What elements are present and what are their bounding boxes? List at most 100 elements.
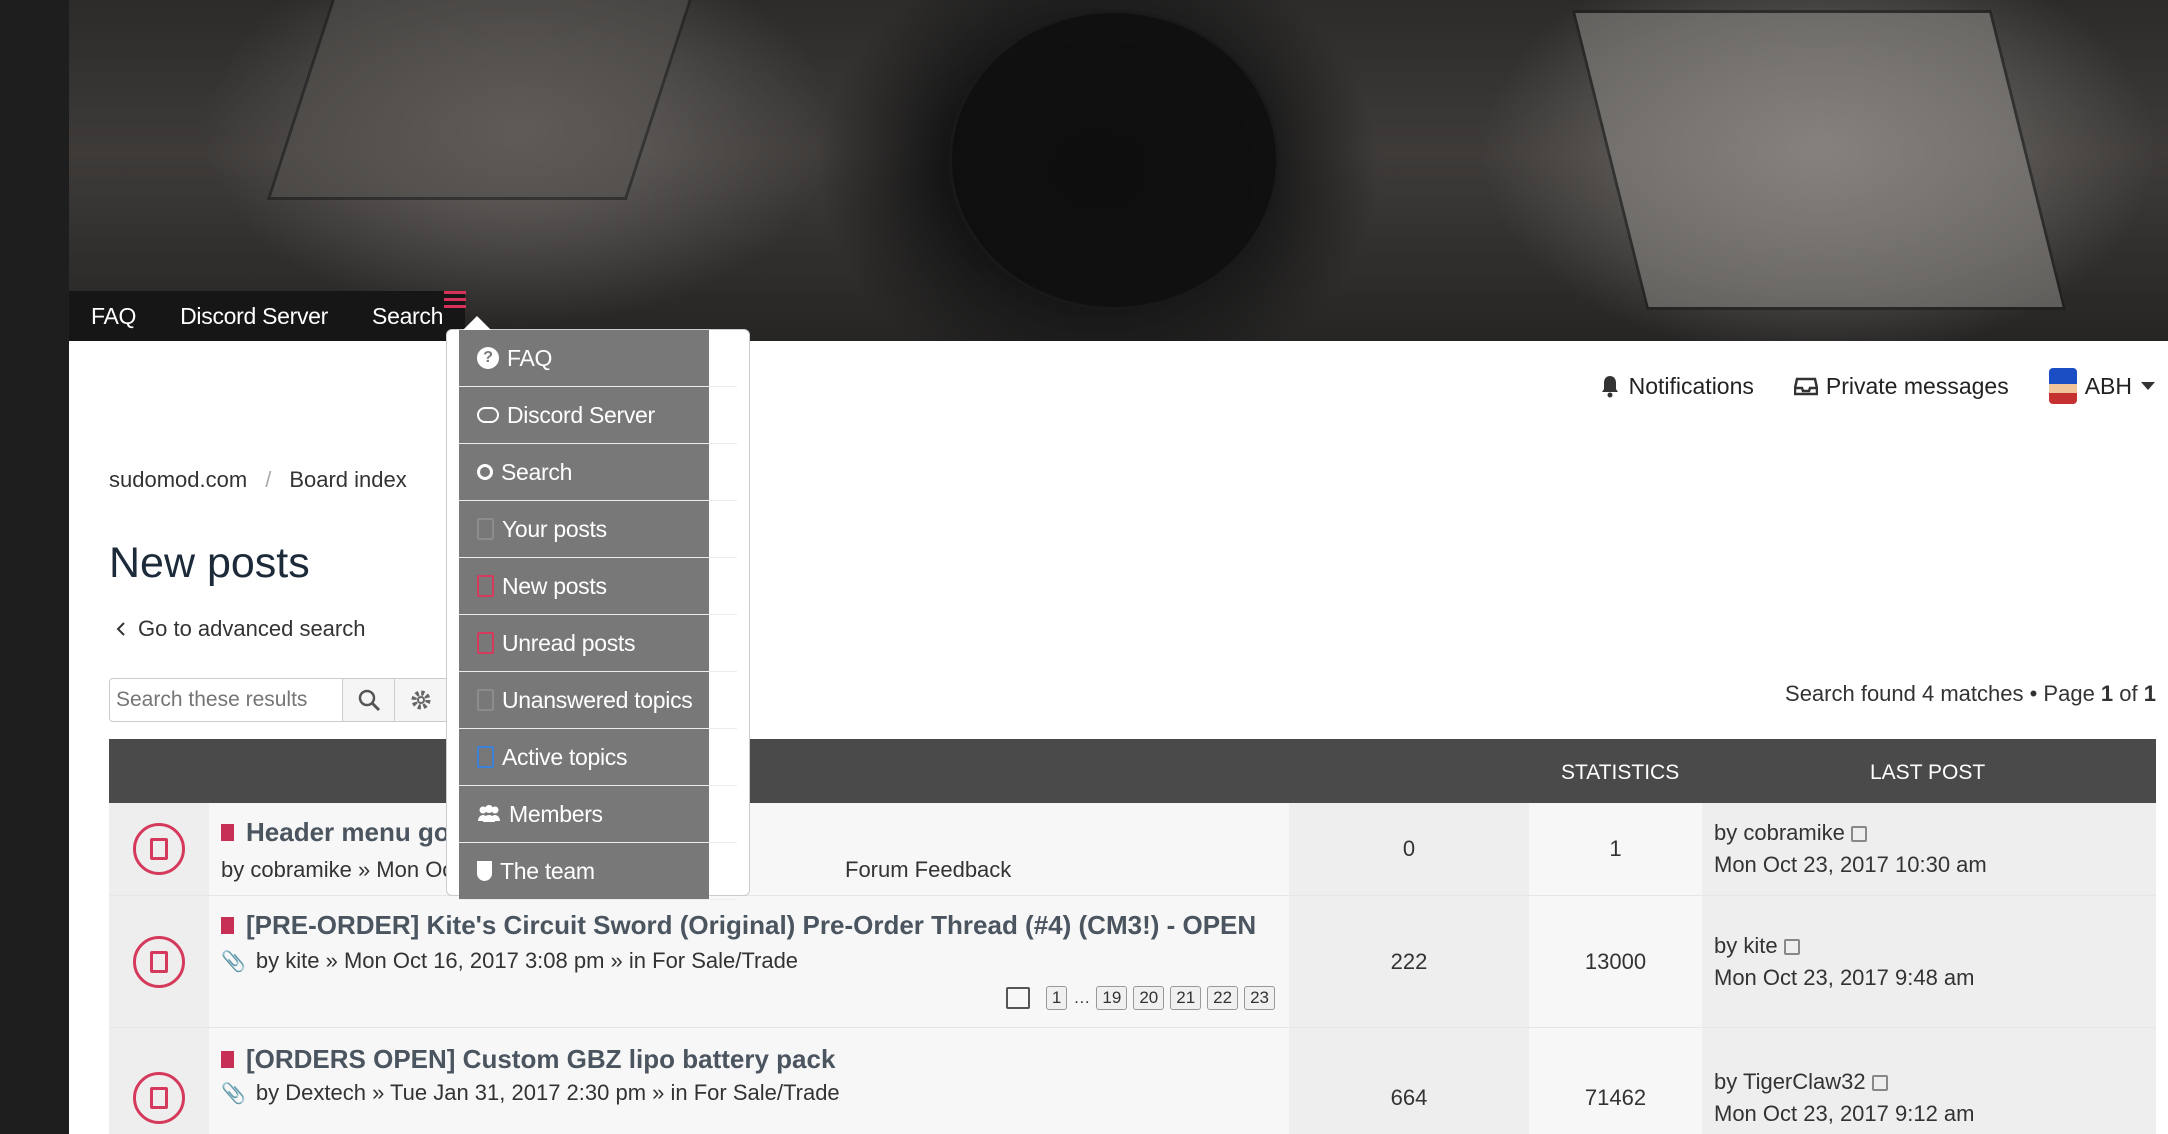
question-circle-icon: ? <box>477 347 499 369</box>
topic-meta-text: by cobramike » Mon Oc <box>221 857 454 882</box>
page-link[interactable]: 1 <box>1045 986 1068 1010</box>
topic-meta: by cobramike » Mon Oc <box>221 857 453 883</box>
file-icon <box>477 689 494 711</box>
topic-icon-cell <box>109 896 209 1027</box>
username: ABH <box>2084 372 2132 399</box>
paperclip-icon: 📎 <box>221 950 246 973</box>
last-post-author[interactable]: by kite <box>1714 933 2156 959</box>
breadcrumb-separator: / <box>265 467 272 492</box>
private-messages-link[interactable]: Private messages <box>1793 372 2009 400</box>
topic-title: [PRE-ORDER] Kite's Circuit Sword (Origin… <box>246 910 1257 940</box>
views-count: 71462 <box>1529 1028 1702 1134</box>
caret-down-icon <box>2141 382 2155 390</box>
dropdown-item-label: Members <box>509 800 603 827</box>
advanced-search-link[interactable]: Go to advanced search <box>116 616 365 642</box>
replies-count: 222 <box>1289 896 1529 1027</box>
last-post-author-name: by kite <box>1714 932 1778 958</box>
breadcrumb-site[interactable]: sudomod.com <box>109 467 247 493</box>
dropdown-item-active-topics[interactable]: Active topics <box>459 729 737 786</box>
dropdown-item-label: Discord Server <box>507 401 655 428</box>
last-post-author[interactable]: by cobramike <box>1714 820 2156 846</box>
hamburger-menu-icon[interactable] <box>444 291 466 311</box>
topic-main-cell: [PRE-ORDER] Kite's Circuit Sword (Origin… <box>209 896 1289 1027</box>
topic-title: Header menu go <box>246 817 450 847</box>
dropdown-item-label: Unanswered topics <box>502 686 693 713</box>
replies-count: 664 <box>1289 1028 1529 1134</box>
topic-forum-link[interactable]: Forum Feedback <box>845 857 1011 883</box>
user-menu[interactable]: ABH <box>2048 368 2156 404</box>
breadcrumb: sudomod.com / Board index <box>109 467 407 493</box>
topic-pagination: 1 … 19 20 21 22 23 <box>1005 986 1275 1010</box>
page-link[interactable]: 19 <box>1096 986 1128 1010</box>
breadcrumb-board-index[interactable]: Board index <box>289 467 406 493</box>
nav-discord-server[interactable]: Discord Server <box>158 291 350 341</box>
last-post-cell: by cobramike Mon Oct 23, 2017 10:30 am <box>1702 803 2156 895</box>
last-post-cell: by kite Mon Oct 23, 2017 9:48 am <box>1702 896 2156 1027</box>
topic-title-link[interactable]: Header menu go <box>221 817 450 848</box>
topics-table: CS STATISTICS LAST POST Header menu go b… <box>109 739 2156 1134</box>
content-area: Notifications Private messages ABH sudom… <box>69 341 2168 1134</box>
topic-file-icon <box>221 1051 234 1068</box>
quick-links-dropdown: ? FAQ Discord Server Search Your posts Ne… <box>446 316 750 900</box>
goto-post-icon[interactable] <box>1871 1074 1888 1091</box>
topic-main-cell: [ORDERS OPEN] Custom GBZ lipo battery pa… <box>209 1028 1289 1134</box>
last-post-time: Mon Oct 23, 2017 10:30 am <box>1714 852 1987 877</box>
nav-faq[interactable]: FAQ <box>69 291 158 341</box>
topic-read-icon <box>133 823 185 875</box>
file-icon <box>477 575 494 597</box>
header-statistics: STATISTICS <box>1561 761 1680 784</box>
banner-dpad-right <box>1571 10 2067 310</box>
page-link[interactable]: 23 <box>1244 986 1275 1010</box>
search-button[interactable] <box>343 678 395 722</box>
search-options-button[interactable] <box>395 678 447 722</box>
last-post-author-name: by TigerClaw32 <box>1714 1068 1866 1094</box>
dropdown-item-the-team[interactable]: The team <box>459 843 737 900</box>
bell-icon <box>1601 376 1618 398</box>
chevron-left-icon <box>116 622 125 636</box>
dropdown-item-label: Active topics <box>502 743 628 770</box>
last-post-author[interactable]: by TigerClaw32 <box>1714 1069 2156 1095</box>
page-link[interactable]: 22 <box>1207 986 1239 1010</box>
avatar <box>2048 368 2077 404</box>
dropdown-item-faq[interactable]: ? FAQ <box>459 330 737 387</box>
inbox-icon <box>1793 377 1818 396</box>
goto-post-icon[interactable] <box>1783 938 1800 955</box>
dropdown-item-new-posts[interactable]: New posts <box>459 558 737 615</box>
banner-dpad-center <box>949 10 1279 310</box>
page-link[interactable]: 21 <box>1170 986 1202 1010</box>
search-results-input[interactable] <box>109 678 343 722</box>
search-icon <box>358 689 380 712</box>
topic-file-icon <box>221 917 234 934</box>
left-rail <box>0 0 69 1134</box>
topic-meta-text: by kite » Mon Oct 16, 2017 3:08 pm » in … <box>255 948 799 973</box>
last-post-time: Mon Oct 23, 2017 9:12 am <box>1714 1100 1975 1126</box>
dropdown-item-discord-server[interactable]: Discord Server <box>459 387 737 444</box>
topic-title-link[interactable]: [ORDERS OPEN] Custom GBZ lipo battery pa… <box>221 1044 835 1075</box>
private-messages-label: Private messages <box>1825 372 2009 399</box>
shield-icon <box>477 861 492 881</box>
page-link[interactable]: 20 <box>1133 986 1165 1010</box>
topic-icon-cell <box>109 803 209 895</box>
dropdown-item-label: Search <box>501 458 573 485</box>
topic-meta: 📎 by Dextech » Tue Jan 31, 2017 2:30 pm »… <box>221 1080 840 1106</box>
header-banner <box>69 0 2168 341</box>
topic-meta-text: by Dextech » Tue Jan 31, 2017 2:30 pm » … <box>255 1080 840 1105</box>
dropdown-item-your-posts[interactable]: Your posts <box>459 501 737 558</box>
dropdown-item-label: The team <box>500 857 595 884</box>
notifications-link[interactable]: Notifications <box>1599 373 1754 400</box>
dropdown-item-unread-posts[interactable]: Unread posts <box>459 615 737 672</box>
total-pages: 1 <box>2143 681 2156 706</box>
dropdown-item-unanswered-topics[interactable]: Unanswered topics <box>459 672 737 729</box>
advanced-search-label: Go to advanced search <box>138 616 366 641</box>
goto-post-icon[interactable] <box>1850 826 1867 843</box>
table-row: [PRE-ORDER] Kite's Circuit Sword (Origin… <box>109 896 2156 1028</box>
dropdown-item-label: Unread posts <box>502 629 636 656</box>
table-row: Header menu go by cobramike » Mon Oc For… <box>109 803 2156 896</box>
comment-icon <box>477 407 499 423</box>
last-post-time: Mon Oct 23, 2017 9:48 am <box>1714 964 1975 990</box>
last-post-author-name: by cobramike <box>1714 820 1845 845</box>
notifications-label: Notifications <box>1628 372 1754 399</box>
topic-title-link[interactable]: [PRE-ORDER] Kite's Circuit Sword (Origin… <box>221 910 1256 941</box>
dropdown-item-search[interactable]: Search <box>459 444 737 501</box>
dropdown-item-members[interactable]: Members <box>459 786 737 843</box>
